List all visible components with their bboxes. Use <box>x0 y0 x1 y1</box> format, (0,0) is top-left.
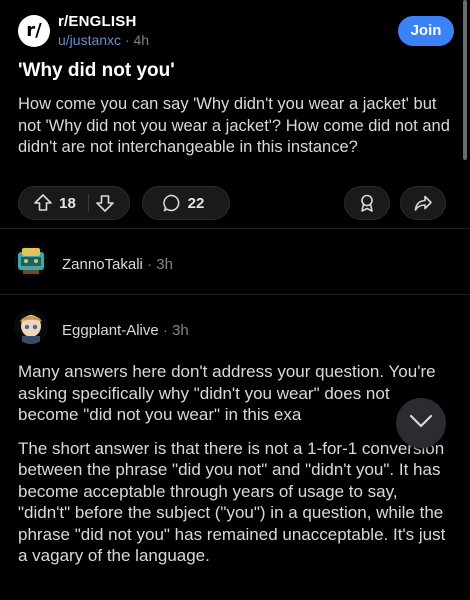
chevron-down-icon <box>409 414 433 433</box>
divider <box>0 294 470 295</box>
upvote-count: 18 <box>59 194 76 212</box>
upvote-icon[interactable] <box>33 193 53 213</box>
comment-paragraph: The short answer is that there is not a … <box>18 438 446 566</box>
meta-separator: · <box>147 256 153 273</box>
meta-separator: · <box>124 32 130 48</box>
downvote-icon[interactable] <box>95 193 115 213</box>
post-author[interactable]: u/justanxc <box>58 32 121 48</box>
avatar[interactable] <box>14 244 48 278</box>
post-header: r/ r/ENGLISH u/justanxc · 4h Join <box>18 12 458 52</box>
comment-age: 3h <box>156 256 173 273</box>
comment-author[interactable]: ZannoTakali <box>62 256 143 273</box>
vote-pill: 18 <box>18 186 130 220</box>
subreddit-name[interactable]: r/ENGLISH <box>58 13 136 30</box>
post-title: 'Why did not you' <box>18 60 175 81</box>
scroll-down-button[interactable] <box>396 398 446 448</box>
join-button[interactable]: Join <box>398 16 454 46</box>
post-age: 4h <box>133 32 150 48</box>
comment-count: 22 <box>187 194 205 212</box>
post-actions: 18 22 <box>18 186 456 220</box>
award-icon <box>357 193 377 213</box>
award-button[interactable] <box>344 186 390 220</box>
vote-divider <box>87 194 89 212</box>
comments-button[interactable]: 22 <box>142 186 230 220</box>
comment-meta: Eggplant-Alive · 3h <box>62 322 189 339</box>
post-meta: u/justanxc · 4h <box>58 32 149 48</box>
comment-meta: ZannoTakali · 3h <box>62 256 173 273</box>
share-button[interactable] <box>400 186 446 220</box>
comment-paragraph: Many answers here don't address your que… <box>18 362 436 424</box>
subreddit-icon[interactable]: r/ <box>18 15 50 47</box>
meta-separator: · <box>162 322 168 339</box>
post-body: How come you can say 'Why didn't you wea… <box>18 95 450 156</box>
comment-icon <box>162 193 182 213</box>
comment-age: 3h <box>172 322 189 339</box>
comment-author[interactable]: Eggplant-Alive <box>62 322 159 339</box>
comment-body: Many answers here don't address your que… <box>18 361 454 579</box>
scrollbar[interactable] <box>463 0 467 160</box>
share-icon <box>413 193 433 213</box>
divider <box>0 228 470 229</box>
avatar[interactable] <box>14 310 48 344</box>
